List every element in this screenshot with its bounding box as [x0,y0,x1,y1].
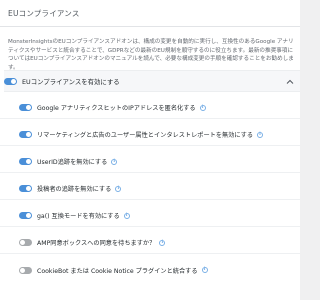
main-toggle-switch[interactable] [4,77,17,85]
info-icon[interactable]: i [111,158,118,165]
option-toggle-amp-consent[interactable] [19,239,32,246]
option-label: UserID追跡を無効にする [37,159,108,166]
option-row-cookie-integration[interactable]: CookieBot または Cookie Notice プラグインと統合する i [0,259,300,281]
info-icon[interactable]: i [123,212,130,219]
option-row-disable-userid[interactable]: UserID追跡を無効にする i [0,151,300,173]
main-toggle-label: EUコンプライアンスを有効にする [22,77,120,86]
option-label: Google アナリティクスヒットのIPアドレスを匿名化する [37,105,196,112]
option-row-amp-consent[interactable]: AMP同意ボックスへの同意を待ちますか？ i [0,232,300,254]
option-label: 投稿者の追跡を無効にする [37,186,112,193]
option-row-disable-author-tracking[interactable]: 投稿者の追跡を無効にする i [0,178,300,200]
section-title: EUコンプライアンス [8,9,80,18]
chevron-up-icon[interactable] [286,78,294,86]
option-label: ga() 互換モードを有効にする [37,213,120,220]
option-row-disable-demographics[interactable]: リマーケティングと広告のユーザー属性とインタレストレポートを無効にする i [0,124,300,146]
info-icon[interactable]: i [159,239,166,246]
option-toggle-disable-userid[interactable] [19,158,32,165]
eu-compliance-panel: EUコンプライアンス MonsterInsightsのEUコンプライアンスアドオ… [0,0,300,300]
option-row-ga-compat[interactable]: ga() 互換モードを有効にする i [0,205,300,227]
main-toggle-row[interactable]: EUコンプライアンスを有効にする [4,70,300,92]
option-toggle-cookie-integration[interactable] [19,266,32,274]
divider [0,26,300,27]
info-icon[interactable]: i [115,185,122,192]
info-icon[interactable]: i [201,267,208,273]
info-icon[interactable]: i [257,131,264,138]
option-toggle-disable-author-tracking[interactable] [19,185,32,192]
option-label: CookieBot または Cookie Notice プラグインと統合する [37,267,198,275]
section-description: MonsterInsightsのEUコンプライアンスアドオンは、構成の変更を自動… [8,39,294,71]
info-icon[interactable]: i [199,104,206,111]
option-toggle-anonymize-ip[interactable] [19,104,32,111]
option-row-anonymize-ip[interactable]: Google アナリティクスヒットのIPアドレスを匿名化する i [0,97,300,119]
option-toggle-ga-compat[interactable] [19,212,32,219]
option-toggle-disable-demographics[interactable] [19,131,32,138]
option-label: リマーケティングと広告のユーザー属性とインタレストレポートを無効にする [37,132,254,139]
option-label: AMP同意ボックスへの同意を待ちますか？ [37,240,156,247]
